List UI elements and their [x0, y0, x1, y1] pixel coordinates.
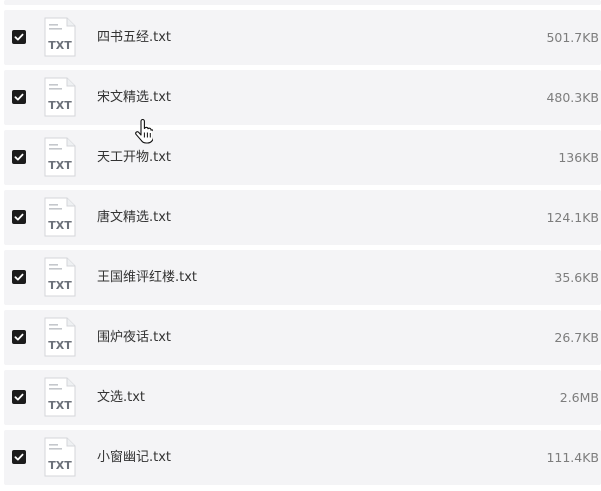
list-item[interactable]: TXT 天工开物.txt 136KB — [4, 130, 601, 185]
file-size: 26.7KB — [554, 330, 599, 345]
svg-text:TXT: TXT — [48, 99, 72, 112]
svg-text:TXT: TXT — [48, 459, 72, 472]
file-checkbox[interactable] — [12, 270, 26, 284]
svg-text:TXT: TXT — [48, 39, 72, 52]
txt-file-icon: TXT — [44, 257, 76, 297]
svg-text:TXT: TXT — [48, 339, 72, 352]
file-size: 501.7KB — [546, 30, 599, 45]
file-checkbox[interactable] — [12, 150, 26, 164]
list-item-partial — [4, 0, 601, 5]
file-checkbox[interactable] — [12, 90, 26, 104]
checkmark-icon — [14, 393, 24, 401]
file-name: 王国维评红楼.txt — [97, 270, 198, 285]
file-size: 124.1KB — [546, 210, 599, 225]
txt-file-icon: TXT — [44, 437, 76, 477]
txt-file-icon: TXT — [44, 17, 76, 57]
txt-file-icon: TXT — [44, 317, 76, 357]
file-name: 四书五经.txt — [97, 30, 172, 45]
list-item[interactable]: TXT 小窗幽记.txt 111.4KB — [4, 430, 601, 485]
file-size: 2.6MB — [559, 390, 599, 405]
svg-text:TXT: TXT — [48, 399, 72, 412]
list-item[interactable]: TXT 文选.txt 2.6MB — [4, 370, 601, 425]
checkmark-icon — [14, 333, 24, 341]
svg-text:TXT: TXT — [48, 279, 72, 292]
file-checkbox[interactable] — [12, 390, 26, 404]
list-item[interactable]: TXT 王国维评红楼.txt 35.6KB — [4, 250, 601, 305]
file-name: 文选.txt — [97, 390, 146, 405]
checkmark-icon — [14, 93, 24, 101]
checkmark-icon — [14, 153, 24, 161]
file-name: 天工开物.txt — [97, 150, 172, 165]
file-size: 35.6KB — [554, 270, 599, 285]
file-size: 480.3KB — [546, 90, 599, 105]
txt-file-icon: TXT — [44, 377, 76, 417]
file-checkbox[interactable] — [12, 30, 26, 44]
txt-file-icon: TXT — [44, 77, 76, 117]
svg-text:TXT: TXT — [48, 159, 72, 172]
list-item[interactable]: TXT 唐文精选.txt 124.1KB — [4, 190, 601, 245]
checkmark-icon — [14, 453, 24, 461]
file-checkbox[interactable] — [12, 330, 26, 344]
file-name: 小窗幽记.txt — [97, 450, 172, 465]
checkmark-icon — [14, 33, 24, 41]
file-size: 111.4KB — [546, 450, 599, 465]
list-item[interactable]: TXT 四书五经.txt 501.7KB — [4, 10, 601, 65]
list-item[interactable]: TXT 宋文精选.txt 480.3KB — [4, 70, 601, 125]
file-name: 围炉夜话.txt — [97, 330, 172, 345]
file-checkbox[interactable] — [12, 210, 26, 224]
txt-file-icon: TXT — [44, 137, 76, 177]
file-name: 唐文精选.txt — [97, 210, 172, 225]
list-item[interactable]: TXT 围炉夜话.txt 26.7KB — [4, 310, 601, 365]
svg-text:TXT: TXT — [48, 219, 72, 232]
checkmark-icon — [14, 213, 24, 221]
txt-file-icon: TXT — [44, 197, 76, 237]
file-checkbox[interactable] — [12, 450, 26, 464]
checkmark-icon — [14, 273, 24, 281]
file-size: 136KB — [558, 150, 599, 165]
file-name: 宋文精选.txt — [97, 90, 172, 105]
